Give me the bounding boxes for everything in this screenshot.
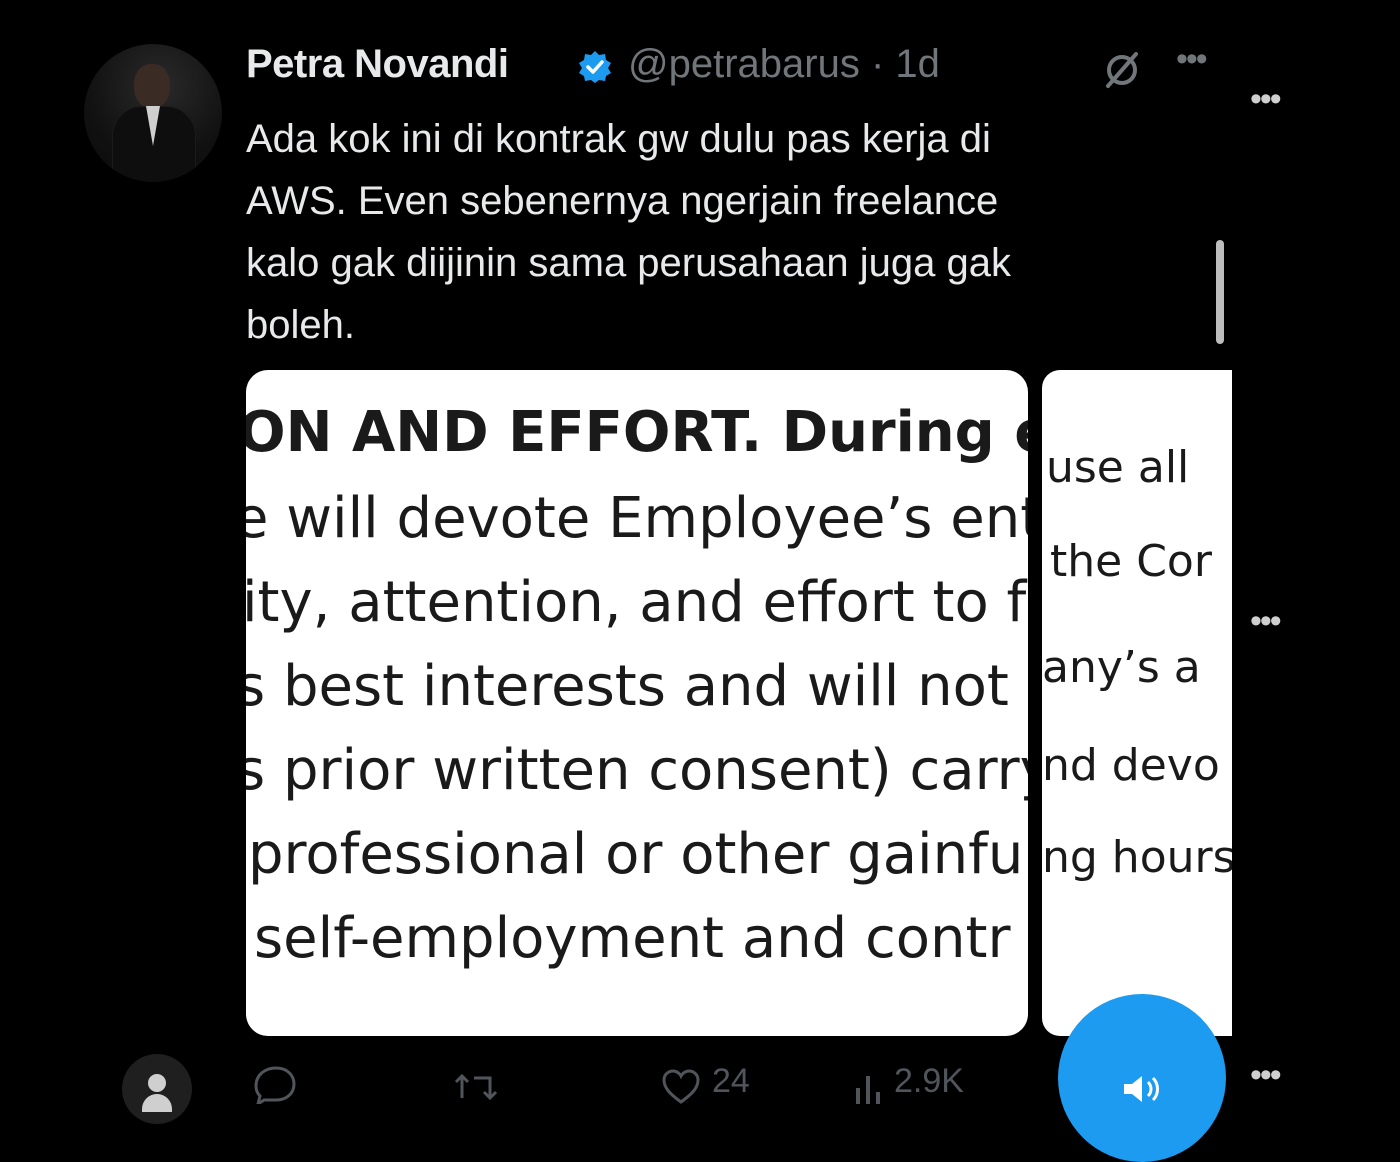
side-more-icon[interactable]: •••: [1250, 1056, 1282, 1095]
tweet-text-line: Ada kok ini di kontrak gw dulu pas kerja…: [246, 117, 991, 161]
document-line: nd devo: [1042, 740, 1220, 791]
document-line: ity, attention, and effort to f: [246, 570, 1027, 635]
repost-icon[interactable]: [452, 1068, 508, 1108]
slash-circle-icon[interactable]: [1100, 48, 1144, 92]
tweet-text: Ada kok ini di kontrak gw dulu pas kerja…: [246, 108, 1176, 356]
document-line: e will devote Employee’s ent: [246, 486, 1028, 551]
document-line: self-employment and contr: [254, 906, 1011, 971]
tweet-text-line: AWS. Even sebenernya ngerjain freelance: [246, 179, 999, 223]
media-image-1[interactable]: ON AND EFFORT. During em e will devote E…: [246, 370, 1028, 1036]
document-line: s best interests and will not (: [246, 654, 1028, 719]
tweet-text-line: kalo gak diijinin sama perusahaan juga g…: [246, 241, 1011, 285]
side-more-icon[interactable]: •••: [1250, 602, 1282, 641]
document-line: professional or other gainfu: [248, 822, 1024, 887]
document-line: ON AND EFFORT. During em: [246, 400, 1028, 465]
views-chart-icon[interactable]: [854, 1070, 884, 1104]
author-name[interactable]: Petra Novandi: [246, 42, 509, 87]
speaker-icon: [1124, 1076, 1159, 1102]
document-line: s prior written consent) carry: [246, 738, 1028, 803]
author-avatar[interactable]: [84, 44, 222, 182]
document-line: ng hours: [1042, 832, 1232, 883]
verified-badge-icon: [579, 51, 611, 83]
document-line: use all: [1046, 442, 1190, 493]
document-line: any’s a: [1042, 642, 1201, 693]
scrollbar[interactable]: [1216, 240, 1224, 344]
author-handle-and-time[interactable]: @petrabarus · 1d: [628, 42, 940, 87]
like-icon[interactable]: [660, 1068, 702, 1106]
media-image-2[interactable]: use all the Cor any’s a nd devo ng hours: [1042, 370, 1232, 1036]
side-more-icon[interactable]: •••: [1250, 80, 1282, 119]
tweet-text-line: boleh.: [246, 303, 355, 347]
like-count: 24: [712, 1062, 750, 1100]
profile-person-icon[interactable]: [122, 1054, 192, 1124]
tweet-more-icon[interactable]: •••: [1176, 40, 1208, 79]
views-count: 2.9K: [894, 1062, 964, 1100]
document-line: the Cor: [1050, 536, 1212, 587]
reply-icon[interactable]: [250, 1064, 300, 1104]
